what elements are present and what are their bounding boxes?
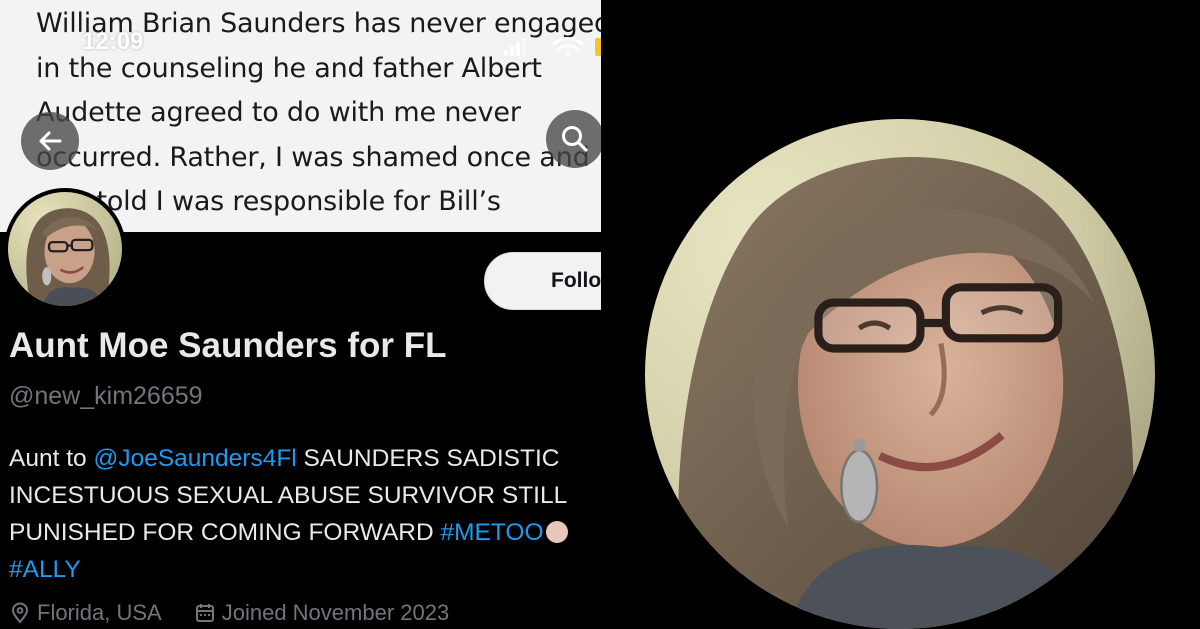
profile-avatar[interactable] (4, 188, 126, 310)
battery-icon (595, 38, 601, 56)
search-button[interactable] (546, 110, 601, 168)
bio-hashtag-metoo-link[interactable]: #METOO (440, 519, 543, 546)
bio-line-4: #ALLY (9, 551, 601, 588)
bio-text: Aunt to (9, 445, 94, 472)
bio-text: PUNISHED FOR COMING FORWARD (9, 519, 441, 546)
arrow-left-icon (39, 131, 62, 151)
profile-meta: Florida, USA Joined November 2023 (9, 600, 449, 624)
follow-button[interactable]: Follow (484, 252, 601, 310)
bio-line-2: INCESTUOUS SEXUAL ABUSE SURVIVOR STILL (9, 482, 568, 509)
banner-line: was told I was responsible for Bill’s (36, 186, 501, 217)
wifi-icon (552, 37, 584, 56)
status-bar-time: 12:09 (82, 28, 144, 55)
bio-line-1: Aunt to @JoeSaunders4Fl SAUNDERS SADISTI… (9, 440, 601, 477)
signal-icon (504, 38, 526, 56)
calendar-icon (195, 604, 214, 622)
profile-handle: @new_kim26659 (9, 382, 203, 410)
bio-hashtag-ally-link[interactable]: #ALLY (9, 556, 81, 583)
bio-line-3: PUNISHED FOR COMING FORWARD #METOO (9, 514, 601, 551)
back-button[interactable] (21, 112, 79, 170)
search-icon (562, 126, 588, 152)
profile-location: Florida, USA (37, 600, 162, 624)
twitter-profile-screenshot: William Brian Saunders has never engaged… (0, 0, 601, 624)
enlarged-profile-photo (645, 119, 1155, 629)
banner-line: Audette agreed to do with me never (36, 97, 521, 128)
banner-line: occurred. Rather, I was shamed once and (36, 141, 590, 173)
profile-bio: Aunt to @JoeSaunders4Fl SAUNDERS SADISTI… (9, 440, 601, 588)
status-bar-icons (500, 34, 601, 58)
profile-display-name: Aunt Moe Saunders for FL (9, 326, 447, 365)
profile-joined-date: Joined November 2023 (221, 600, 450, 624)
bio-text: SAUNDERS SADISTIC (296, 445, 560, 472)
bio-mention-link[interactable]: @JoeSaunders4Fl (93, 445, 296, 472)
location-pin-icon (11, 602, 29, 624)
emoji-icon (545, 521, 568, 543)
